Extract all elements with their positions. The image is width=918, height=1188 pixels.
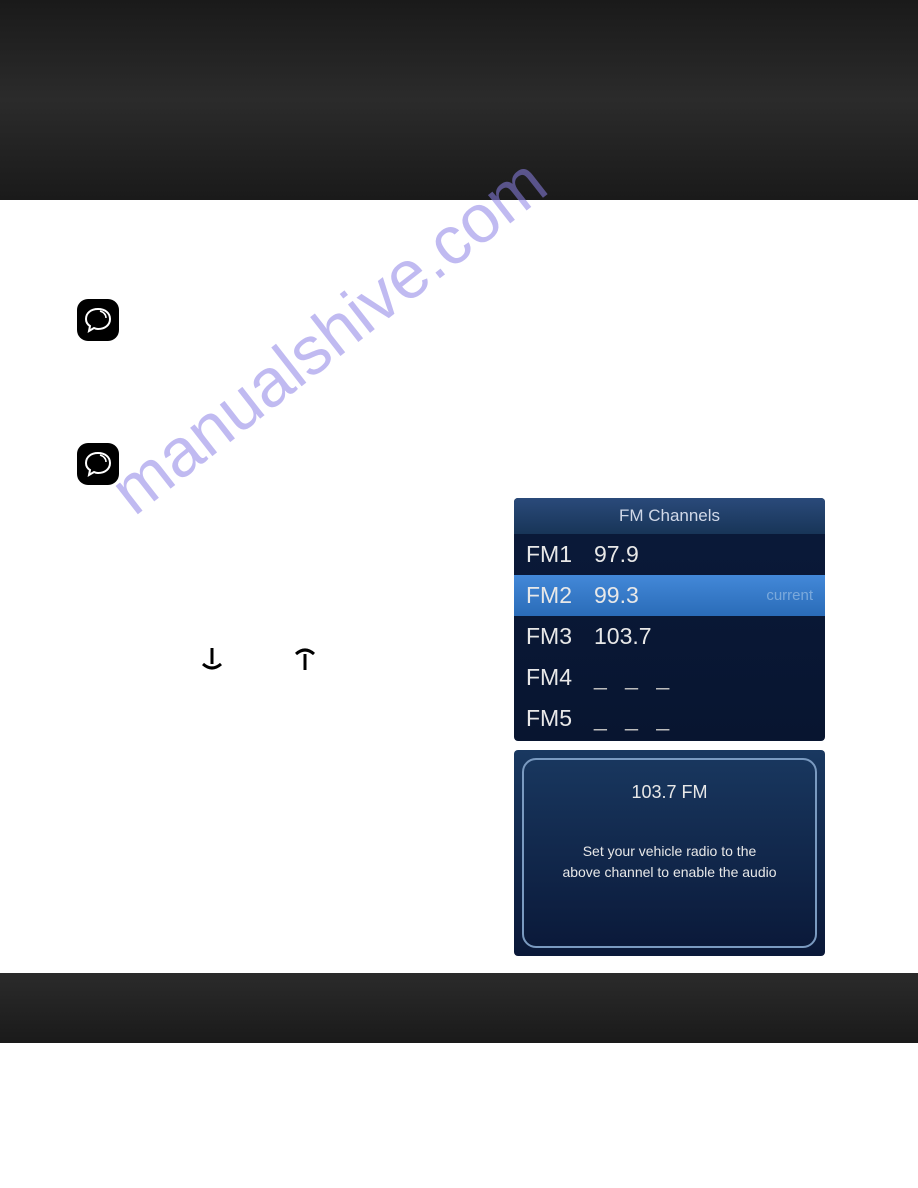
fm-label: FM5 (526, 705, 594, 732)
tune-arrows (199, 646, 318, 672)
fm-current-tag: current (766, 587, 825, 604)
fm-row-2[interactable]: FM2 99.3 current (514, 575, 825, 616)
info-line1: Set your vehicle radio to the (583, 843, 757, 859)
fm-value: _ _ _ (594, 705, 825, 732)
fm-row-3[interactable]: FM3 103.7 (514, 616, 825, 657)
info-line2: above channel to enable the audio (562, 864, 776, 880)
fm-label: FM4 (526, 664, 594, 691)
fm-row-1[interactable]: FM1 97.9 (514, 534, 825, 575)
bottom-bar (0, 973, 918, 1043)
fm-value: 103.7 (594, 623, 825, 650)
fm-channels-header: FM Channels (514, 498, 825, 534)
top-bar (0, 0, 918, 200)
fm-channels-panel: FM Channels FM1 97.9 FM2 99.3 current FM… (514, 498, 825, 741)
fm-label: FM2 (526, 582, 594, 609)
fm-value: _ _ _ (594, 664, 825, 691)
fm-row-5[interactable]: FM5 _ _ _ (514, 698, 825, 739)
info-message: Set your vehicle radio to the above chan… (542, 841, 796, 883)
tune-down-icon (199, 646, 225, 672)
fm-row-4[interactable]: FM4 _ _ _ (514, 657, 825, 698)
speech-icon-1 (77, 299, 119, 341)
fm-value: 97.9 (594, 541, 825, 568)
speech-bubble-icon (82, 448, 114, 480)
info-panel: 103.7 FM Set your vehicle radio to the a… (514, 750, 825, 956)
info-inner: 103.7 FM Set your vehicle radio to the a… (522, 758, 817, 948)
fm-value: 99.3 (594, 582, 766, 609)
watermark: manualshive.com (96, 143, 561, 530)
tune-up-icon (292, 646, 318, 672)
info-frequency: 103.7 FM (631, 782, 707, 803)
fm-label: FM1 (526, 541, 594, 568)
speech-icon-2 (77, 443, 119, 485)
content-area: FM Channels FM1 97.9 FM2 99.3 current FM… (0, 200, 918, 970)
fm-label: FM3 (526, 623, 594, 650)
speech-bubble-icon (82, 304, 114, 336)
